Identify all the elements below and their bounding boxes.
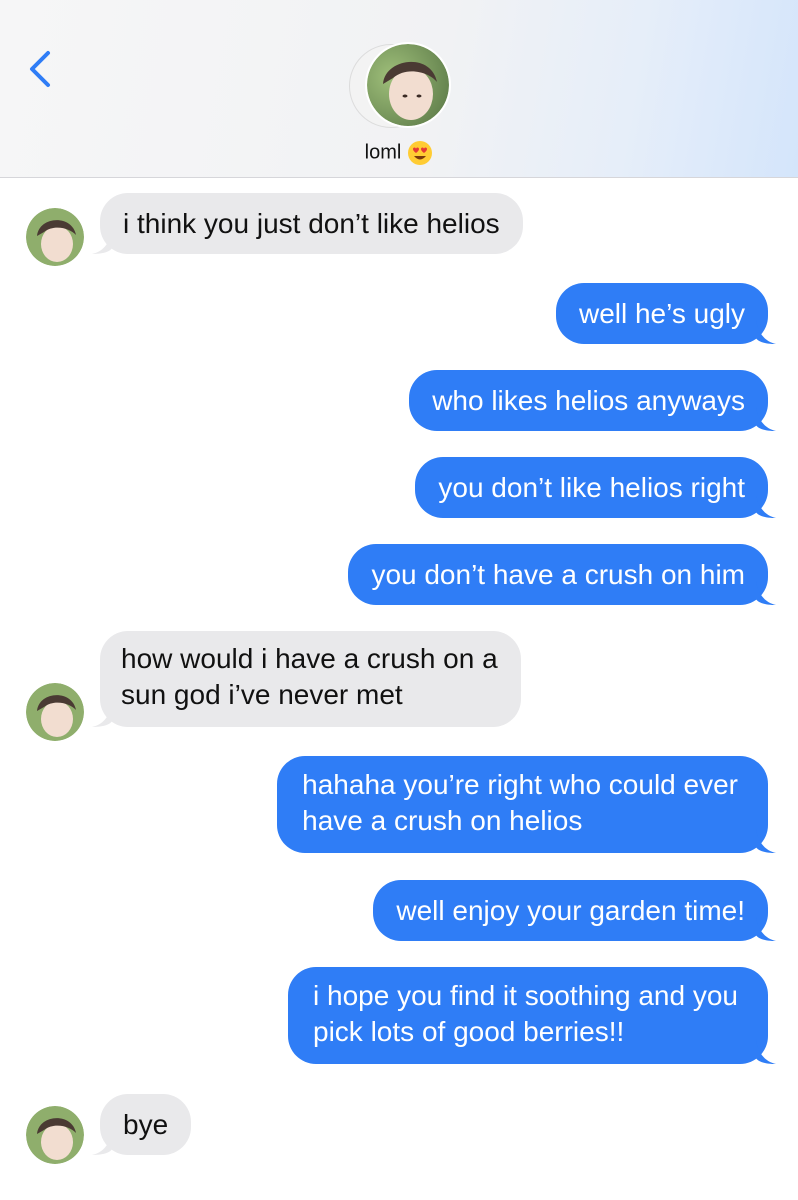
message-text-line: pick lots of good berries!! [313,1016,625,1047]
message-bubble-incoming[interactable]: how would i have a crush on a sun god i’… [92,631,521,727]
message-text: well he’s ugly [578,298,745,329]
message-bubble-outgoing[interactable]: well enjoy your garden time! [373,880,776,941]
contact-avatar[interactable] [349,44,449,128]
message-bubble-incoming[interactable]: i think you just don’t like helios [92,193,523,254]
message-bubble-incoming[interactable]: bye [92,1094,192,1155]
message-text: bye [123,1109,169,1140]
message-bubble-outgoing[interactable]: you don’t like helios right [415,457,776,518]
avatar-photo [367,44,449,126]
message-text-line: sun god i’ve never met [121,679,403,710]
conversation-header: loml [0,0,798,178]
contact-name: loml [364,141,402,164]
contact-name-row[interactable]: loml [0,140,798,166]
sender-avatar[interactable] [26,1106,84,1164]
message-text-line: have a crush on helios [302,805,583,836]
message-text-line: hahaha you’re right who could ever [302,769,738,800]
message-text: i think you just don’t like helios [123,208,500,239]
message-bubble-outgoing[interactable]: i hope you find it soothing and you pick… [288,967,776,1064]
message-text-line: i hope you find it soothing and you [313,980,738,1011]
sender-avatar[interactable] [26,683,84,741]
message-bubble-outgoing[interactable]: well he’s ugly [555,283,776,344]
heart-eyes-emoji-icon [408,141,433,165]
message-text: you don’t have a crush on him [371,559,745,590]
back-button[interactable] [22,44,62,94]
chevron-left-icon [30,51,50,87]
message-text: who likes helios anyways [432,385,745,416]
message-text-line: how would i have a crush on a [121,643,498,674]
message-bubble-outgoing[interactable]: who likes helios anyways [409,370,776,431]
message-text: well enjoy your garden time! [396,895,745,926]
sender-avatar[interactable] [26,208,84,266]
message-text: you don’t like helios right [438,472,745,503]
message-bubble-outgoing[interactable]: you don’t have a crush on him [348,544,776,605]
message-bubble-outgoing[interactable]: hahaha you’re right who could ever have … [277,756,776,853]
